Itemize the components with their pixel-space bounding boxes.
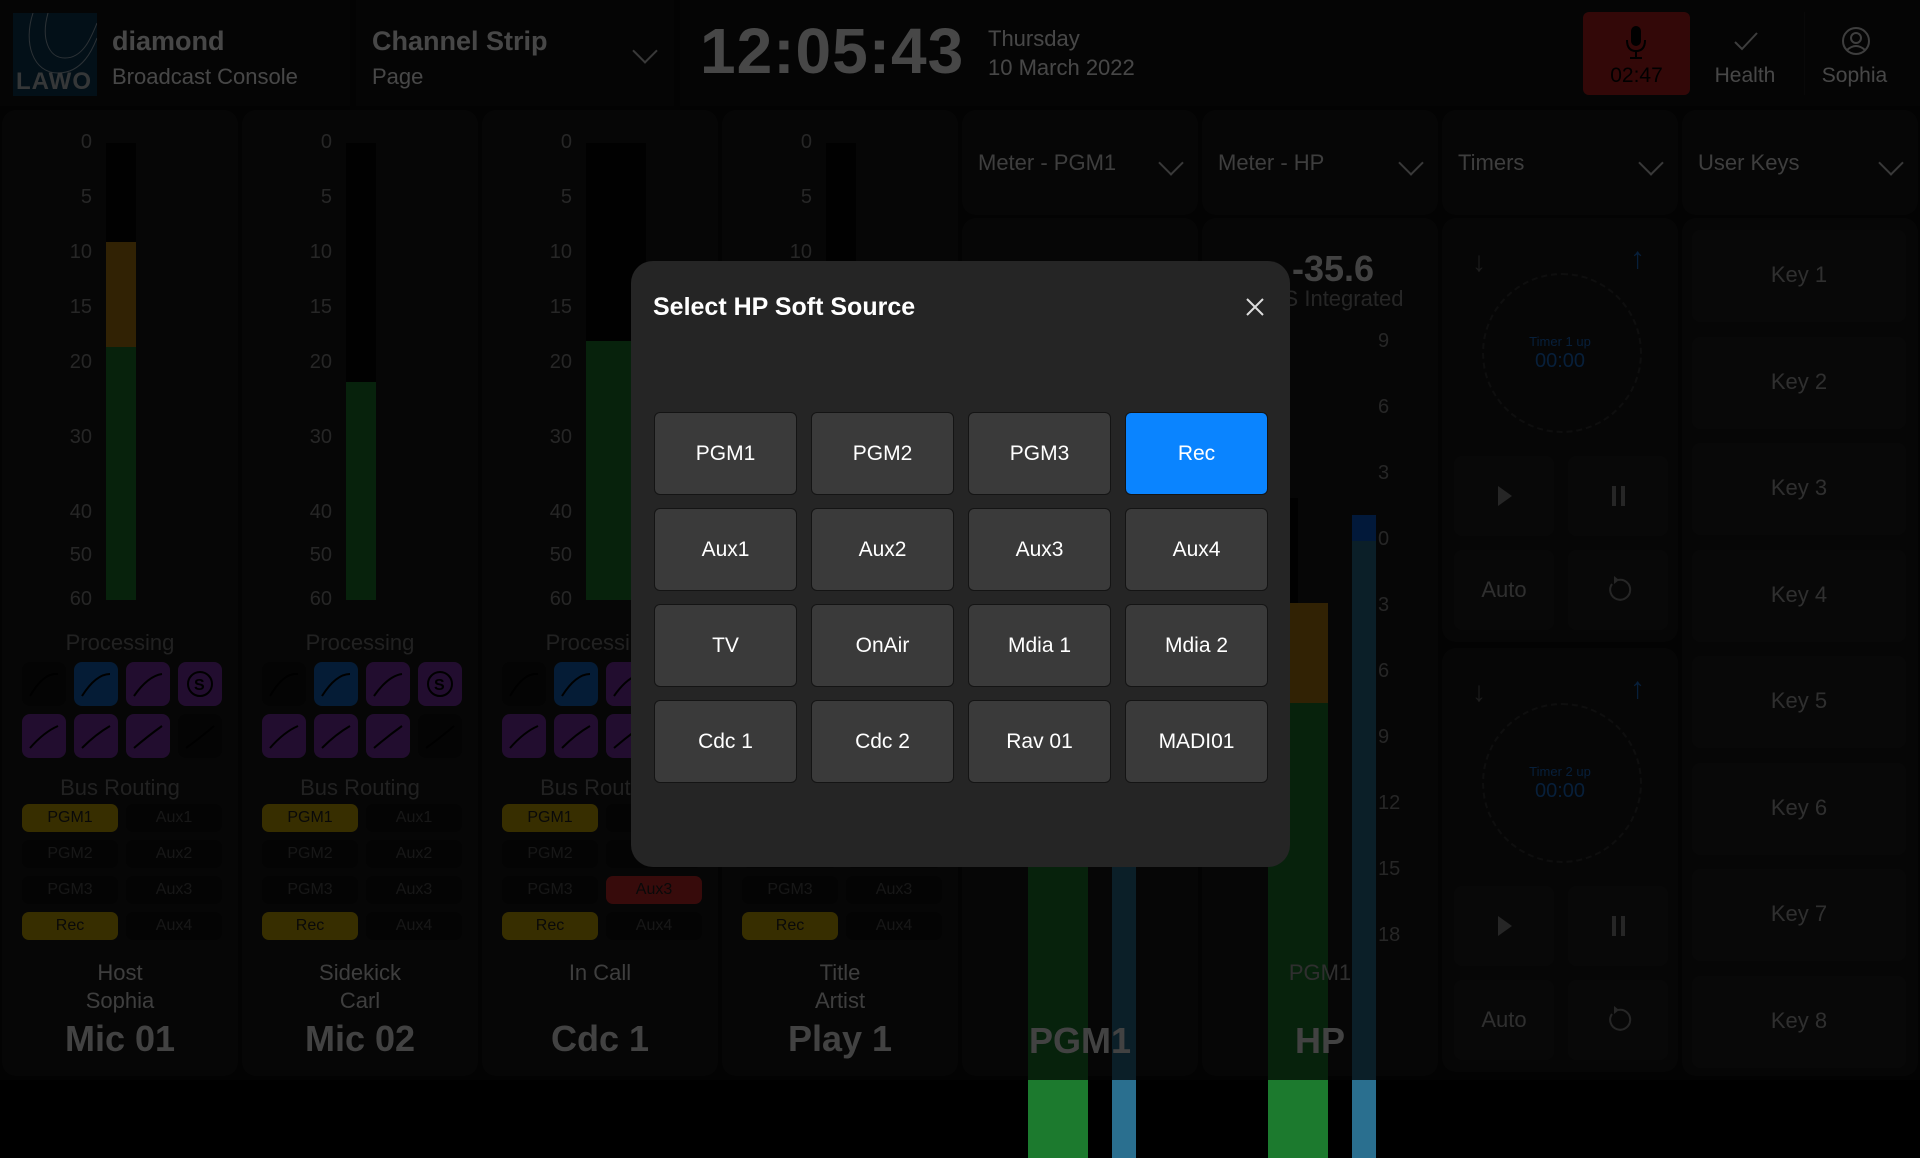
source-option-aux1[interactable]: Aux1	[654, 508, 797, 591]
close-icon[interactable]	[1243, 295, 1267, 319]
source-option-tv[interactable]: TV	[654, 604, 797, 687]
source-option-cdc-2[interactable]: Cdc 2	[811, 700, 954, 783]
select-source-dialog: Select HP Soft Source PGM1 PGM2 PGM3 Rec Aux…	[631, 261, 1290, 867]
source-option-rav-01[interactable]: Rav 01	[968, 700, 1111, 783]
source-option-aux4[interactable]: Aux4	[1125, 508, 1268, 591]
source-option-madi01[interactable]: MADI01	[1125, 700, 1268, 783]
source-option-mdia-2[interactable]: Mdia 2	[1125, 604, 1268, 687]
source-option-pgm3[interactable]: PGM3	[968, 412, 1111, 495]
source-option-rec[interactable]: Rec	[1125, 412, 1268, 495]
dialog-title: Select HP Soft Source	[653, 293, 916, 321]
source-option-pgm1[interactable]: PGM1	[654, 412, 797, 495]
source-option-onair[interactable]: OnAir	[811, 604, 954, 687]
source-option-cdc-1[interactable]: Cdc 1	[654, 700, 797, 783]
source-option-mdia-1[interactable]: Mdia 1	[968, 604, 1111, 687]
source-option-aux3[interactable]: Aux3	[968, 508, 1111, 591]
source-option-pgm2[interactable]: PGM2	[811, 412, 954, 495]
source-option-aux2[interactable]: Aux2	[811, 508, 954, 591]
